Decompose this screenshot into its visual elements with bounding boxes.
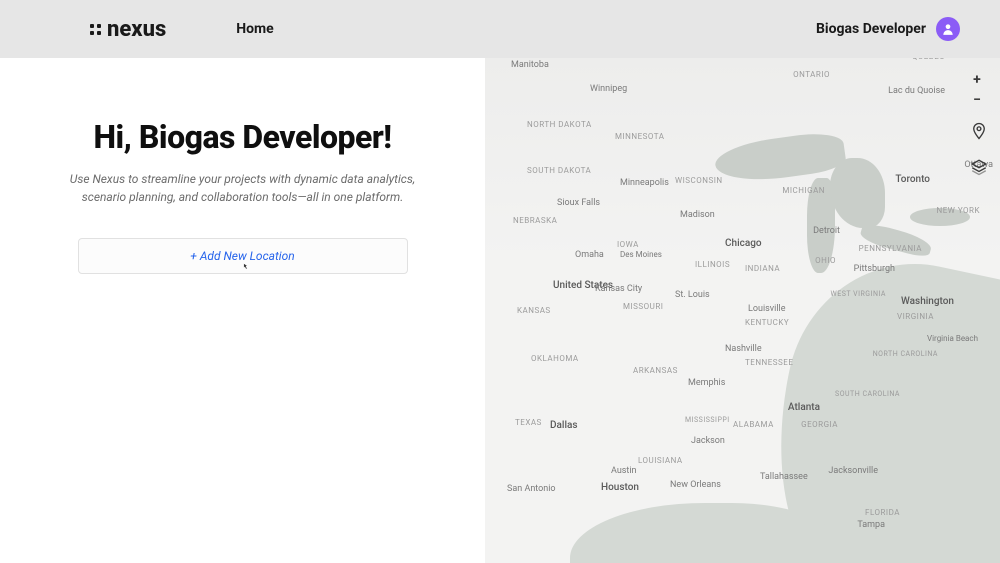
map-tools	[968, 120, 990, 178]
map-label-wv: WEST VIRGINIA	[831, 290, 887, 298]
map-label-omaha: Omaha	[575, 250, 604, 260]
map-label-ok: OKLAHOMA	[531, 354, 579, 363]
user-icon	[941, 22, 955, 36]
map-label-ks: KANSAS	[517, 306, 551, 315]
map-label-louisville: Louisville	[748, 304, 785, 314]
map-zoom-controls: + −	[966, 70, 988, 110]
layers-icon	[970, 158, 988, 176]
map-label-winnipeg: Winnipeg	[590, 84, 627, 94]
map-label-mn: MINNESOTA	[615, 132, 664, 141]
map-label-ia: IOWA	[617, 240, 639, 249]
map-label-dallas: Dallas	[550, 420, 578, 431]
map-label-minneapolis: Minneapolis	[620, 178, 669, 188]
location-pin-button[interactable]	[968, 120, 990, 142]
map-label-ga: GEORGIA	[801, 420, 838, 429]
map-label-sc: SOUTH CAROLINA	[835, 390, 900, 398]
map-label-ky: KENTUCKY	[745, 318, 789, 327]
map-label-ny: NEW YORK	[937, 206, 980, 215]
map-label-tx: TEXAS	[515, 418, 542, 427]
greeting-heading: Hi, Biogas Developer!	[40, 118, 445, 156]
map-label-kansascity: Kansas City	[595, 284, 642, 294]
map-label-madison: Madison	[680, 210, 715, 220]
map-label-nc: NORTH CAROLINA	[873, 350, 938, 358]
map-label-tampa: Tampa	[857, 520, 885, 530]
map-label-jacksonville: Jacksonville	[828, 466, 878, 476]
zoom-out-button[interactable]: −	[966, 90, 988, 110]
map-label-nashville: Nashville	[725, 344, 762, 354]
map-label-va: VIRGINIA	[897, 312, 934, 321]
map-label-sanantonio: San Antonio	[507, 484, 556, 494]
map-label-virginiabeach: Virginia Beach	[927, 334, 978, 343]
map-label-chicago: Chicago	[725, 238, 762, 249]
logo-dots-icon	[90, 24, 101, 35]
map-label-pittsburgh: Pittsburgh	[854, 264, 895, 274]
map-label-atlanta: Atlanta	[788, 402, 820, 413]
brand-name: nexus	[107, 17, 166, 42]
map-label-pa: PENNSYLVANIA	[859, 244, 922, 253]
map-label-toronto: Toronto	[895, 174, 930, 185]
map-label-houston: Houston	[601, 482, 639, 493]
map-label-desmoines: Des Moines	[620, 250, 662, 259]
map-label-sd: SOUTH DAKOTA	[527, 166, 591, 175]
map-label-ontario: ONTARIO	[793, 70, 830, 79]
map-label-tn: TENNESSEE	[745, 358, 793, 367]
map-label-wi: WISCONSIN	[675, 176, 723, 185]
avatar	[936, 17, 960, 41]
map-label-mo: MISSOURI	[623, 302, 663, 311]
zoom-in-button[interactable]: +	[966, 70, 988, 90]
user-display-name: Biogas Developer	[816, 21, 926, 37]
map-label-nd: NORTH DAKOTA	[527, 120, 592, 129]
nav-home[interactable]: Home	[236, 21, 273, 37]
brand-logo[interactable]: nexus	[90, 17, 166, 42]
map-label-stlouis: St. Louis	[675, 290, 710, 300]
user-menu[interactable]: Biogas Developer	[816, 17, 960, 41]
map-panel[interactable]: United States Manitoba ONTARIO QUEBEC Wi…	[485, 58, 1000, 563]
map-label-lacduquoise: Lac du Quoise	[888, 86, 945, 96]
map-label-detroit: Detroit	[813, 226, 840, 236]
welcome-panel: Hi, Biogas Developer! Use Nexus to strea…	[0, 58, 485, 563]
map-label-al: ALABAMA	[733, 420, 774, 429]
map-label-ar: ARKANSAS	[633, 366, 678, 375]
map-label-fl: FLORIDA	[865, 508, 900, 517]
map-label-quebec: QUEBEC	[912, 58, 945, 61]
map-label-il: ILLINOIS	[695, 260, 730, 269]
map-label-siouxfalls: Sioux Falls	[557, 198, 600, 208]
add-location-button[interactable]: + Add New Location	[78, 238, 408, 274]
map-label-tallahassee: Tallahassee	[760, 472, 808, 482]
map-label-oh: OHIO	[815, 256, 836, 265]
layers-button[interactable]	[968, 156, 990, 178]
map-label-washington: Washington	[901, 296, 954, 307]
map-label-in: INDIANA	[745, 264, 780, 273]
cursor-pointer-icon	[239, 261, 253, 275]
map-label-ms: MISSISSIPPI	[685, 416, 730, 424]
map-label-ne: NEBRASKA	[513, 216, 557, 225]
map-label-neworleans: New Orleans	[670, 480, 721, 490]
main-content: Hi, Biogas Developer! Use Nexus to strea…	[0, 58, 1000, 563]
welcome-subtitle: Use Nexus to streamline your projects wi…	[53, 170, 433, 206]
app-header: nexus Home Biogas Developer	[0, 0, 1000, 58]
map-label-manitoba: Manitoba	[511, 60, 549, 70]
map-label-memphis: Memphis	[688, 378, 725, 388]
map-label-jackson: Jackson	[691, 436, 725, 446]
map-label-la: LOUISIANA	[638, 456, 683, 465]
map-pin-icon	[970, 122, 988, 140]
map-label-mi: MICHIGAN	[782, 186, 825, 195]
map-label-austin: Austin	[611, 466, 637, 476]
